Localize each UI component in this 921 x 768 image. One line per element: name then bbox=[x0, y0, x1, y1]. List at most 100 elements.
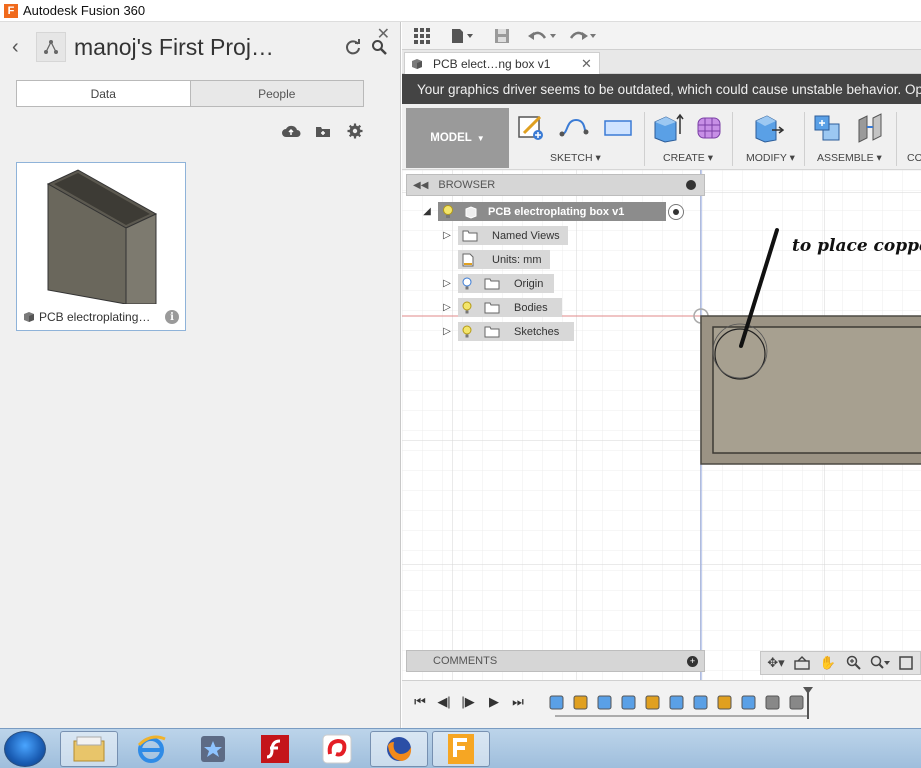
timeline-feature-icon[interactable] bbox=[548, 693, 566, 711]
assemble-menu[interactable]: ASSEMBLE ▾ bbox=[817, 152, 882, 164]
zoom-icon[interactable] bbox=[843, 653, 865, 673]
add-comment-icon[interactable]: + bbox=[687, 655, 698, 667]
refresh-icon[interactable] bbox=[340, 38, 366, 56]
sketch-menu[interactable]: SKETCH ▾ bbox=[550, 152, 601, 164]
toolbar-separator bbox=[804, 112, 805, 166]
create-sketch-icon[interactable] bbox=[514, 112, 548, 144]
form-icon[interactable] bbox=[692, 112, 726, 144]
grid-menu-icon[interactable] bbox=[402, 22, 442, 50]
extrude-icon[interactable] bbox=[651, 112, 685, 144]
activate-radio-icon[interactable] bbox=[668, 203, 684, 220]
timeline-feature-icon[interactable] bbox=[668, 693, 686, 711]
file-name: PCB electroplating… bbox=[39, 310, 151, 324]
expand-arrow-icon[interactable]: ▷ bbox=[440, 226, 454, 245]
save-icon[interactable] bbox=[482, 22, 522, 50]
pan-hand-icon[interactable]: ✋ bbox=[817, 653, 839, 673]
expand-arrow-icon[interactable]: ▷ bbox=[440, 274, 454, 293]
look-at-icon[interactable] bbox=[791, 653, 813, 673]
taskbar-file-explorer[interactable] bbox=[60, 731, 118, 767]
browser-root-row[interactable]: ◢ PCB electroplating box v1 bbox=[420, 202, 684, 221]
file-card[interactable]: PCB electroplating… i bbox=[16, 162, 186, 331]
workspace-label: MODEL bbox=[430, 132, 472, 144]
minimize-browser-icon[interactable] bbox=[686, 180, 696, 190]
settings-gear-icon[interactable] bbox=[344, 122, 366, 140]
create-menu[interactable]: CREATE ▾ bbox=[663, 152, 713, 164]
undo-icon[interactable] bbox=[522, 22, 562, 50]
lightbulb-icon[interactable] bbox=[462, 301, 472, 315]
close-panel-icon[interactable]: ✕ bbox=[377, 24, 390, 44]
info-icon[interactable]: i bbox=[165, 310, 179, 324]
orbit-icon[interactable]: ✥▾ bbox=[765, 653, 787, 673]
back-arrow-icon[interactable]: ‹ bbox=[12, 36, 36, 59]
timeline-feature-icon[interactable] bbox=[788, 693, 806, 711]
expand-arrow-icon[interactable]: ▷ bbox=[440, 322, 454, 341]
browser-item-label: Units: mm bbox=[492, 253, 542, 266]
viewport-canvas[interactable]: to place copper bbox=[402, 170, 921, 680]
document-settings-icon bbox=[462, 253, 474, 266]
upload-cloud-icon[interactable] bbox=[280, 122, 302, 140]
close-tab-icon[interactable]: ✕ bbox=[581, 56, 599, 72]
step-back-icon[interactable]: ◀| bbox=[434, 693, 454, 711]
modify-label: MODIFY bbox=[746, 152, 787, 164]
timeline-feature-icon[interactable] bbox=[572, 693, 590, 711]
folder-icon bbox=[484, 278, 500, 289]
taskbar-internet-explorer[interactable] bbox=[122, 731, 180, 767]
timeline-feature-icon[interactable] bbox=[692, 693, 710, 711]
sketch-spline-icon[interactable] bbox=[557, 112, 591, 144]
timeline-feature-icon[interactable] bbox=[764, 693, 782, 711]
comments-panel-header[interactable]: COMMENTS + bbox=[406, 650, 705, 672]
browser-header[interactable]: ◀◀ BROWSER bbox=[406, 174, 705, 196]
browser-item-named-views[interactable]: ▷ Named Views bbox=[440, 226, 568, 245]
file-menu-icon[interactable] bbox=[442, 22, 482, 50]
zoom-window-icon[interactable] bbox=[869, 653, 891, 673]
expand-arrow-icon[interactable]: ▷ bbox=[440, 298, 454, 317]
taskbar-airtel-app[interactable] bbox=[308, 731, 366, 767]
display-icon[interactable] bbox=[895, 653, 917, 673]
taskbar-firefox[interactable] bbox=[370, 731, 428, 767]
taskbar-flash-player[interactable] bbox=[246, 731, 304, 767]
lightbulb-icon[interactable] bbox=[442, 204, 454, 219]
browser-node[interactable]: Named Views bbox=[458, 226, 568, 245]
annotation-text: to place copper bbox=[792, 236, 921, 256]
workspace-switcher[interactable]: MODEL ▼ bbox=[406, 108, 509, 168]
tab-data[interactable]: Data bbox=[17, 81, 191, 106]
new-folder-icon[interactable] bbox=[312, 122, 334, 140]
browser-item-bodies[interactable]: ▷ Bodies bbox=[440, 298, 562, 317]
timeline-feature-icon[interactable] bbox=[620, 693, 638, 711]
sketch-rectangle-icon[interactable] bbox=[601, 112, 635, 144]
timeline-feature-icon[interactable] bbox=[644, 693, 662, 711]
play-icon[interactable]: ▶ bbox=[484, 693, 504, 711]
browser-item-sketches[interactable]: ▷ Sketches bbox=[440, 322, 574, 341]
redo-icon[interactable] bbox=[562, 22, 602, 50]
document-tab[interactable]: PCB elect…ng box v1 ✕ bbox=[404, 52, 600, 74]
browser-node[interactable]: Sketches bbox=[458, 322, 574, 341]
press-pull-icon[interactable] bbox=[751, 112, 785, 144]
timeline-feature-icon[interactable] bbox=[716, 693, 734, 711]
go-to-start-icon[interactable]: ⏮ bbox=[410, 693, 430, 711]
taskbar-favorites-app[interactable] bbox=[184, 731, 242, 767]
lightbulb-off-icon[interactable] bbox=[462, 277, 472, 291]
modify-menu[interactable]: MODIFY ▾ bbox=[746, 152, 795, 164]
step-forward-icon[interactable]: |▶ bbox=[458, 693, 478, 711]
collapse-browser-icon[interactable]: ◀◀ bbox=[413, 180, 428, 191]
new-component-icon[interactable] bbox=[810, 112, 844, 144]
browser-node[interactable]: Bodies bbox=[458, 298, 562, 317]
tab-people[interactable]: People bbox=[191, 81, 364, 106]
timeline-feature-icon[interactable] bbox=[596, 693, 614, 711]
browser-item-origin[interactable]: ▷ Origin bbox=[440, 274, 554, 293]
timeline-feature-icon[interactable] bbox=[740, 693, 758, 711]
windows-start-button[interactable] bbox=[4, 731, 46, 767]
go-to-end-icon[interactable]: ⏭ bbox=[508, 693, 528, 711]
joint-icon[interactable] bbox=[854, 112, 888, 144]
browser-node[interactable]: Units: mm bbox=[458, 250, 550, 269]
taskbar-fusion-360[interactable] bbox=[432, 731, 490, 767]
browser-root-node[interactable]: PCB electroplating box v1 bbox=[438, 202, 666, 221]
construct-menu[interactable]: CO bbox=[907, 152, 921, 164]
collapse-root-icon[interactable]: ◢ bbox=[420, 202, 434, 221]
fusion-app: F Autodesk Fusion 360 ‹ manoj's First Pr… bbox=[0, 0, 921, 768]
lightbulb-icon[interactable] bbox=[462, 325, 472, 339]
browser-node[interactable]: Origin bbox=[458, 274, 554, 293]
file-thumbnail bbox=[18, 164, 184, 305]
browser-root-label: PCB electroplating box v1 bbox=[488, 205, 625, 218]
browser-item-units[interactable]: Units: mm bbox=[458, 250, 550, 269]
